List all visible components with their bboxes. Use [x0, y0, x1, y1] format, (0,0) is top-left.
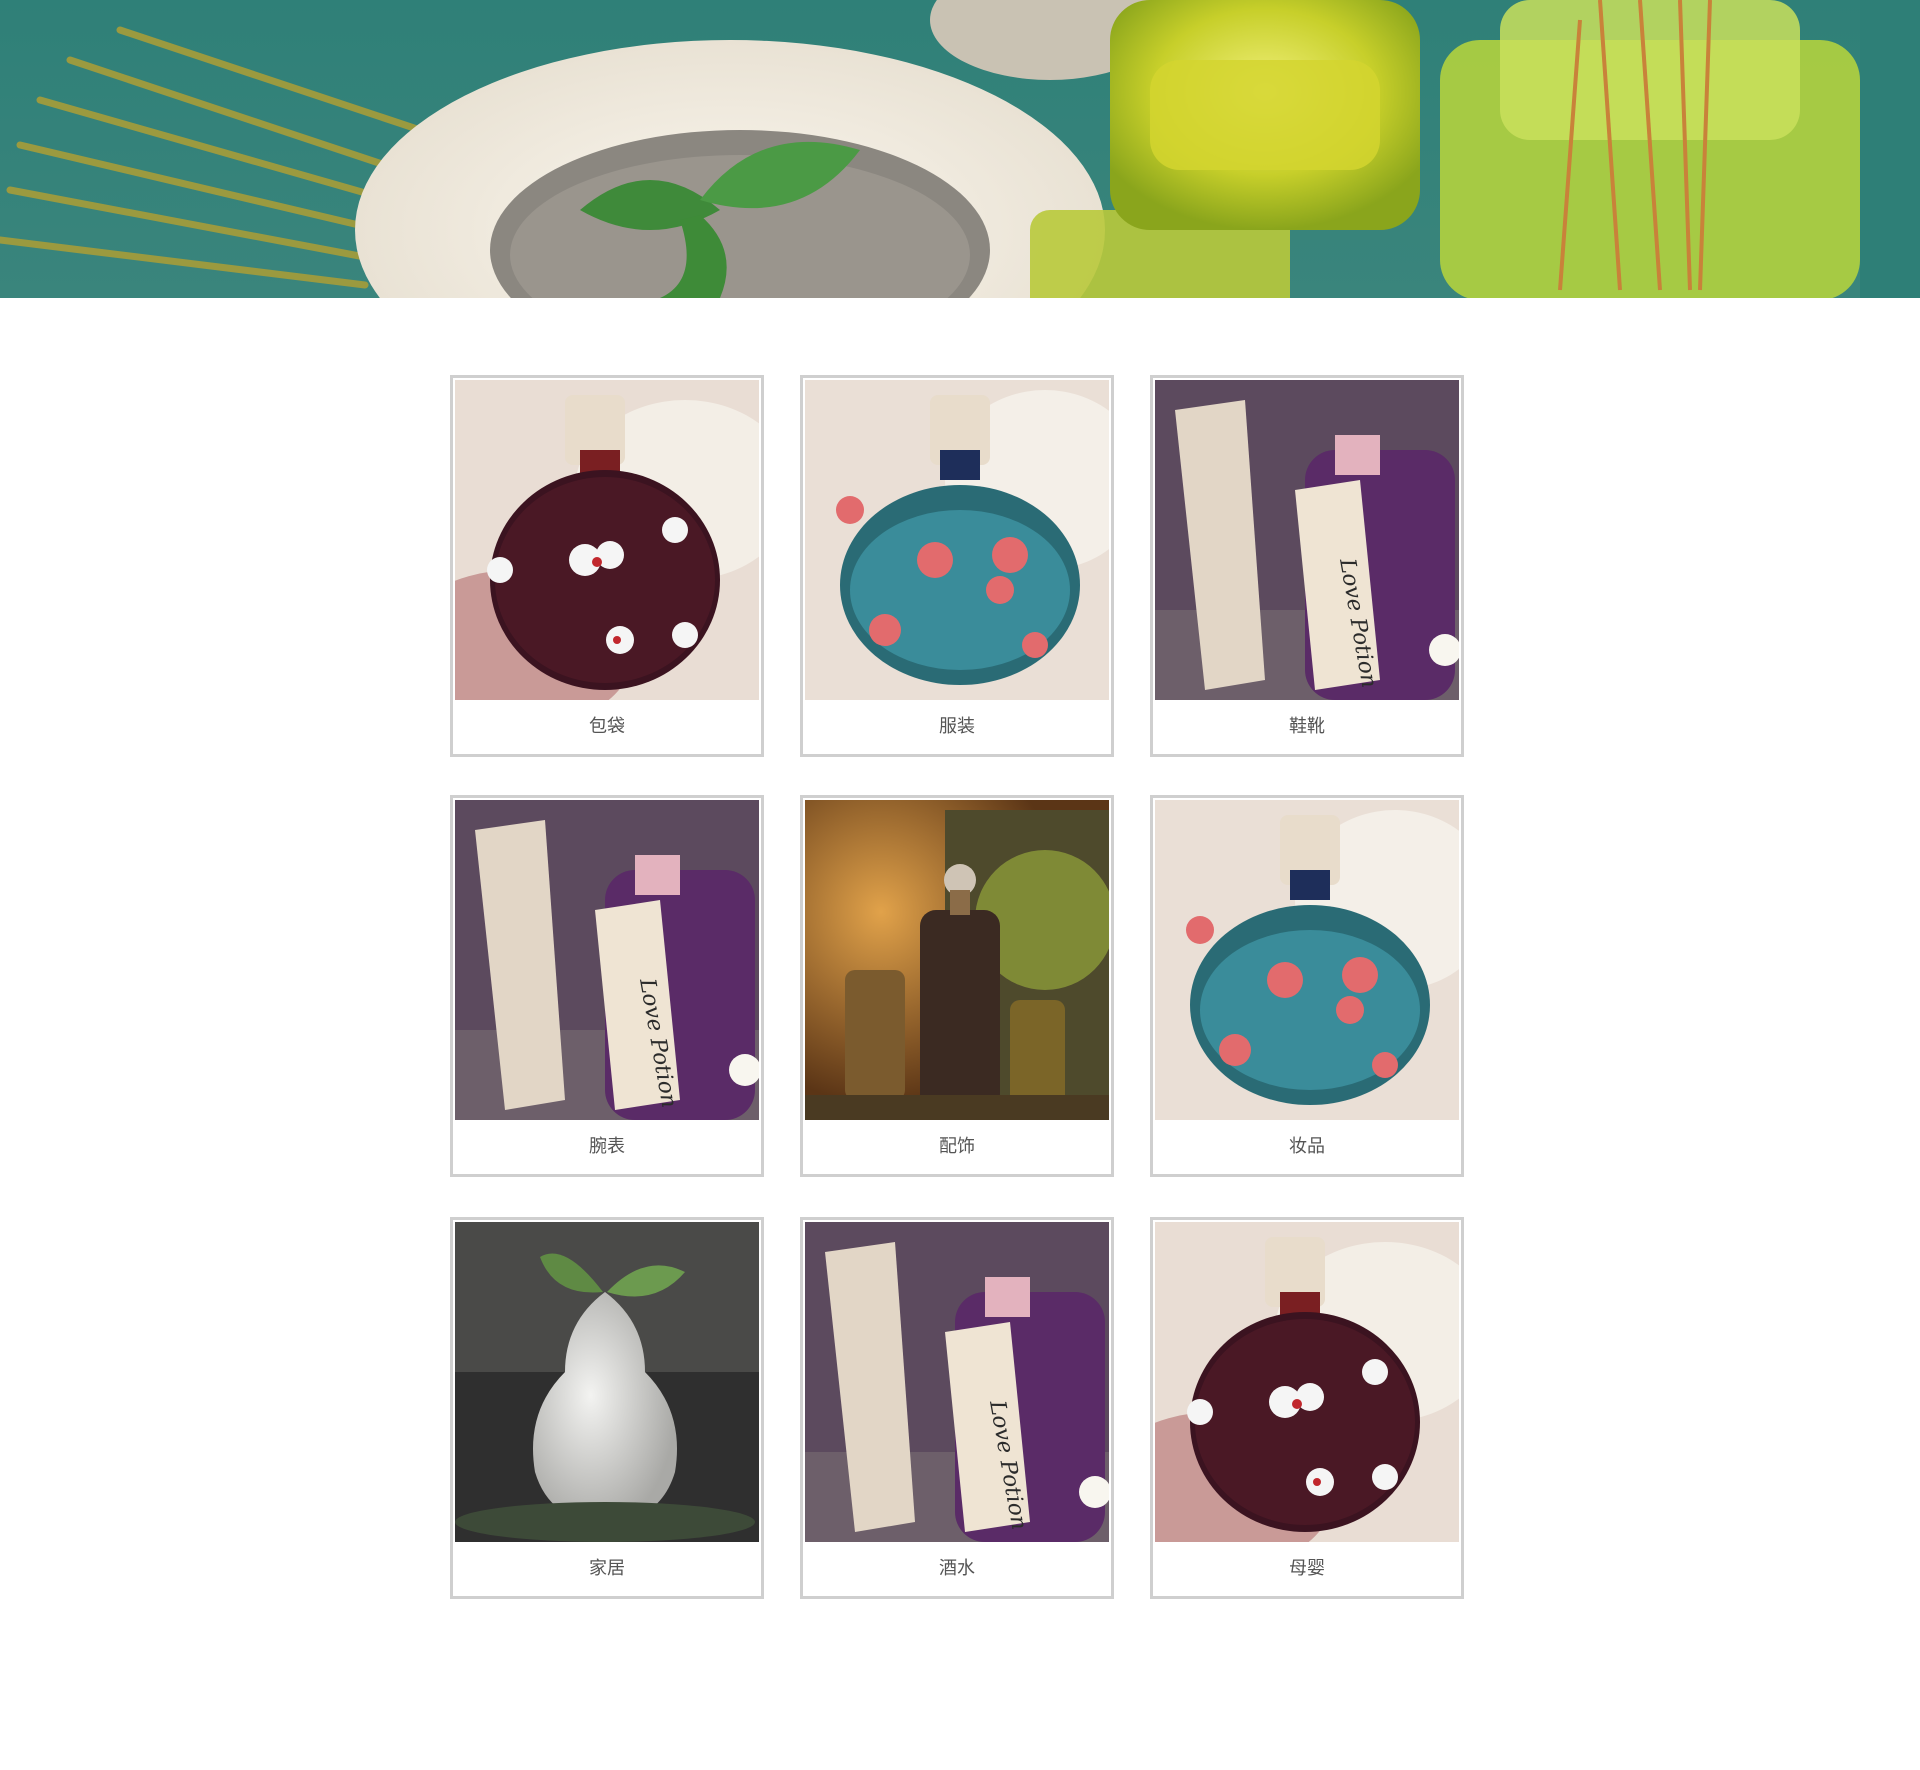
product-image[interactable] [1155, 800, 1459, 1120]
category-label[interactable]: 服装 [803, 700, 1111, 754]
product-image[interactable]: Love Potion [805, 1222, 1109, 1542]
category-label[interactable]: 鞋靴 [1153, 700, 1461, 754]
product-image[interactable] [455, 1222, 759, 1542]
category-label[interactable]: 配饰 [803, 1120, 1111, 1174]
hero-banner-image [0, 0, 1920, 298]
category-card-home[interactable]: 家居 [450, 1217, 764, 1599]
category-card-clothing[interactable]: 服装 [800, 375, 1114, 757]
category-card-mother-baby[interactable]: 母婴 [1150, 1217, 1464, 1599]
category-card-accessories[interactable]: 配饰 [800, 795, 1114, 1177]
product-image[interactable] [805, 800, 1109, 1120]
page: 包袋 服装 Love Potion 鞋靴 Love Potion 腕表 配饰 妆… [0, 0, 1920, 1770]
category-card-shoes[interactable]: Love Potion 鞋靴 [1150, 375, 1464, 757]
category-card-cosmetics[interactable]: 妆品 [1150, 795, 1464, 1177]
category-label[interactable]: 腕表 [453, 1120, 761, 1174]
category-label[interactable]: 酒水 [803, 1542, 1111, 1596]
category-card-bags[interactable]: 包袋 [450, 375, 764, 757]
product-image[interactable] [805, 380, 1109, 700]
category-label[interactable]: 家居 [453, 1542, 761, 1596]
category-label[interactable]: 妆品 [1153, 1120, 1461, 1174]
product-image[interactable]: Love Potion [1155, 380, 1459, 700]
category-label[interactable]: 包袋 [453, 700, 761, 754]
product-image[interactable]: Love Potion [455, 800, 759, 1120]
product-image[interactable] [1155, 1222, 1459, 1542]
category-card-watches[interactable]: Love Potion 腕表 [450, 795, 764, 1177]
category-card-drinks[interactable]: Love Potion 酒水 [800, 1217, 1114, 1599]
category-label[interactable]: 母婴 [1153, 1542, 1461, 1596]
product-image[interactable] [455, 380, 759, 700]
